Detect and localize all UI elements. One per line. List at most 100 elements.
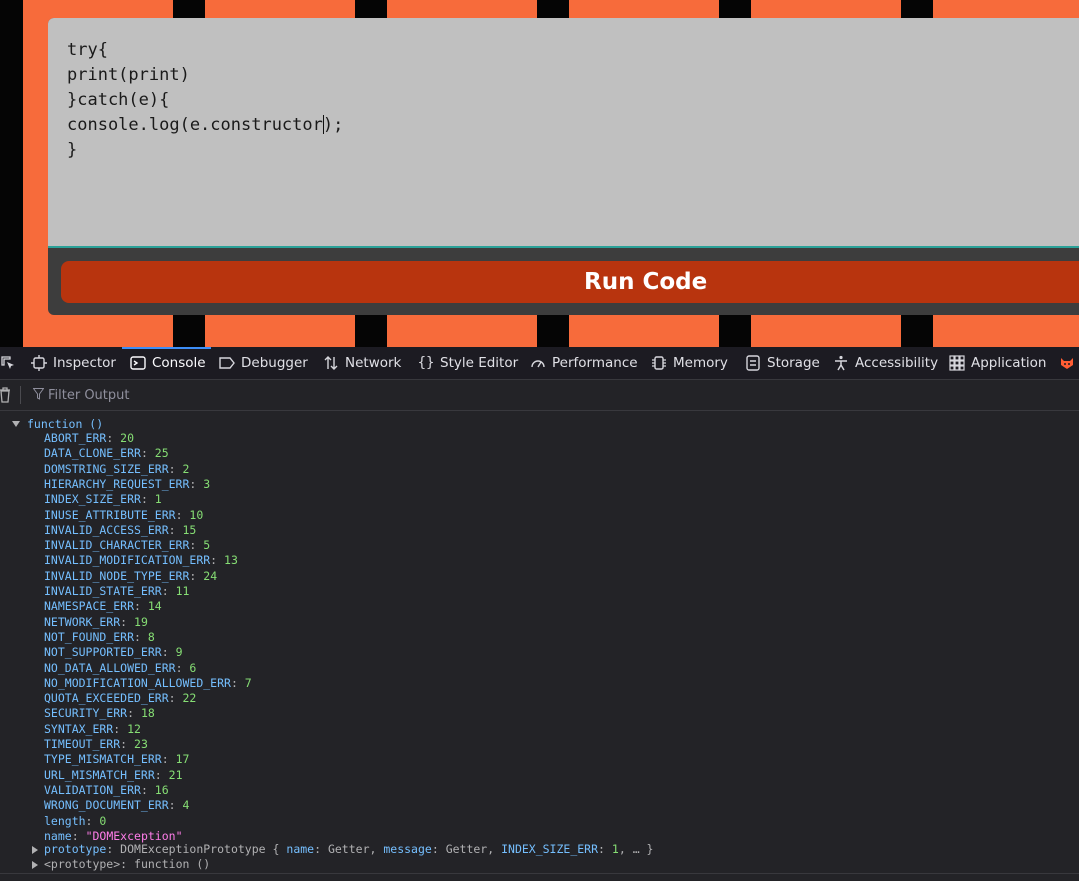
prop-value: 0	[99, 813, 107, 828]
property-row: HIERARCHY_REQUEST_ERR: 3	[44, 477, 210, 492]
prop-colon: :	[140, 446, 155, 461]
tab-network[interactable]: Network	[323, 347, 401, 379]
prop-value: 9	[175, 645, 183, 660]
entry-value: Getter	[327, 842, 370, 856]
code-editor[interactable]: try{ print(print) }catch(e){ console.log…	[48, 18, 1079, 248]
filter-icon	[33, 388, 44, 400]
property-row: TIMEOUT_ERR: 23	[44, 737, 148, 752]
tab-label: Performance	[552, 355, 638, 371]
property-row: INVALID_ACCESS_ERR: 15	[44, 523, 196, 538]
inspector-icon	[31, 355, 47, 371]
clear-console-button[interactable]	[0, 387, 10, 403]
prop-value: 19	[134, 614, 148, 629]
trash-icon	[0, 387, 10, 403]
prototype-row[interactable]: prototype: DOMExceptionPrototype { name:…	[31, 842, 653, 857]
prop-colon: :	[168, 798, 183, 813]
property-row: NO_MODIFICATION_ALLOWED_ERR: 7	[44, 676, 252, 691]
page-left-edge	[0, 0, 23, 347]
prop-colon: :	[168, 522, 183, 537]
property-row: NO_DATA_ALLOWED_ERR: 6	[44, 661, 196, 676]
prop-colon: :	[210, 553, 225, 568]
object-header[interactable]: function ()	[12, 416, 103, 431]
storage-icon	[745, 355, 761, 371]
prop-colon: :	[175, 507, 190, 522]
prop-colon: :	[168, 461, 183, 476]
prop-colon: :	[189, 568, 204, 583]
code-line: try{	[67, 40, 108, 60]
debugger-icon	[219, 355, 235, 371]
pick-element-icon	[0, 355, 16, 371]
style-editor-icon: {}	[417, 355, 435, 371]
console-output: function () prototype: DOMExceptionProto…	[0, 411, 1079, 873]
prop-value: 15	[182, 522, 197, 537]
prop-key: SECURITY_ERR	[44, 706, 128, 721]
entry-key: name	[286, 842, 315, 856]
prop-value: 3	[203, 476, 211, 491]
prop-colon: :	[134, 629, 148, 644]
filter-output-input[interactable]	[48, 385, 448, 405]
property-row: DATA_CLONE_ERR: 25	[44, 446, 169, 461]
prop-colon: :	[127, 706, 141, 721]
tab-label: Application	[971, 355, 1047, 371]
tab-console[interactable]: Console	[122, 347, 211, 377]
prop-colon: :	[161, 752, 176, 767]
prop-value: 23	[134, 737, 148, 751]
property-row: NOT_FOUND_ERR: 8	[44, 630, 155, 645]
tab-style-editor[interactable]: {} Style Editor	[417, 347, 519, 379]
tab-inspector[interactable]: Inspector	[31, 347, 116, 379]
prop-key: <prototype>	[44, 857, 121, 871]
tab-storage[interactable]: Storage	[745, 347, 820, 379]
tab-label: Debugger	[241, 355, 308, 371]
prop-value: 24	[203, 568, 218, 583]
prop-value: function ()	[134, 857, 211, 871]
prop-value: 22	[182, 691, 197, 706]
element-picker-button[interactable]	[0, 347, 14, 379]
page-viewport: try{ print(print) }catch(e){ console.log…	[0, 0, 1079, 347]
run-code-button[interactable]: Run Code	[61, 261, 1079, 303]
prop-value: 12	[127, 721, 141, 736]
property-row: INDEX_SIZE_ERR: 1	[44, 492, 162, 507]
prop-colon: :	[230, 675, 245, 690]
tab-label: Style Editor	[440, 355, 519, 371]
code-line: }catch(e){	[67, 90, 170, 110]
prop-value: 13	[224, 553, 238, 568]
prop-colon: :	[85, 813, 100, 828]
property-row: INVALID_NODE_TYPE_ERR: 24	[44, 569, 217, 584]
collapsed-twisty-icon	[32, 860, 38, 869]
prop-key: NO_MODIFICATION_ALLOWED_ERR	[44, 675, 231, 690]
prop-value: 25	[154, 446, 169, 461]
prop-value: 5	[203, 538, 211, 553]
more-indicator: … }	[632, 842, 654, 856]
proto-row[interactable]: <prototype>: function ()	[31, 857, 210, 872]
devtools-extension-button[interactable]	[1059, 347, 1079, 379]
prop-key: ABORT_ERR	[44, 431, 107, 445]
prop-value: 1	[154, 492, 162, 507]
prop-key: NETWORK_ERR	[44, 614, 121, 629]
tab-memory[interactable]: Memory	[651, 347, 728, 379]
prop-value: 21	[168, 767, 183, 782]
tab-accessibility[interactable]: Accessibility	[833, 347, 938, 379]
prop-value: 20	[120, 431, 135, 445]
prop-key: INDEX_SIZE_ERR	[44, 492, 141, 507]
prop-colon: :	[71, 828, 86, 843]
prop-key: INVALID_ACCESS_ERR	[44, 522, 169, 537]
prop-value: 2	[182, 461, 190, 476]
property-row: VALIDATION_ERR: 16	[44, 783, 169, 798]
console-icon	[130, 355, 146, 371]
prop-key: QUOTA_EXCEEDED_ERR	[44, 691, 169, 706]
property-row: NOT_SUPPORTED_ERR: 9	[44, 645, 183, 660]
prop-key: NAMESPACE_ERR	[44, 599, 135, 614]
toolbar-divider	[20, 386, 21, 404]
prop-colon: :	[175, 660, 190, 675]
prop-value: 6	[189, 660, 197, 675]
fox-icon	[1059, 355, 1075, 371]
application-icon	[949, 355, 965, 371]
tab-application[interactable]: Application	[949, 347, 1046, 379]
tab-debugger[interactable]: Debugger	[219, 347, 308, 379]
tab-performance[interactable]: Performance	[530, 347, 638, 379]
property-row: URL_MISMATCH_ERR: 21	[44, 768, 183, 783]
prop-key: INUSE_ATTRIBUTE_ERR	[44, 507, 176, 522]
prop-key: INVALID_MODIFICATION_ERR	[44, 553, 211, 568]
prop-key: WRONG_DOCUMENT_ERR	[44, 798, 169, 813]
prop-colon: :	[168, 691, 183, 706]
